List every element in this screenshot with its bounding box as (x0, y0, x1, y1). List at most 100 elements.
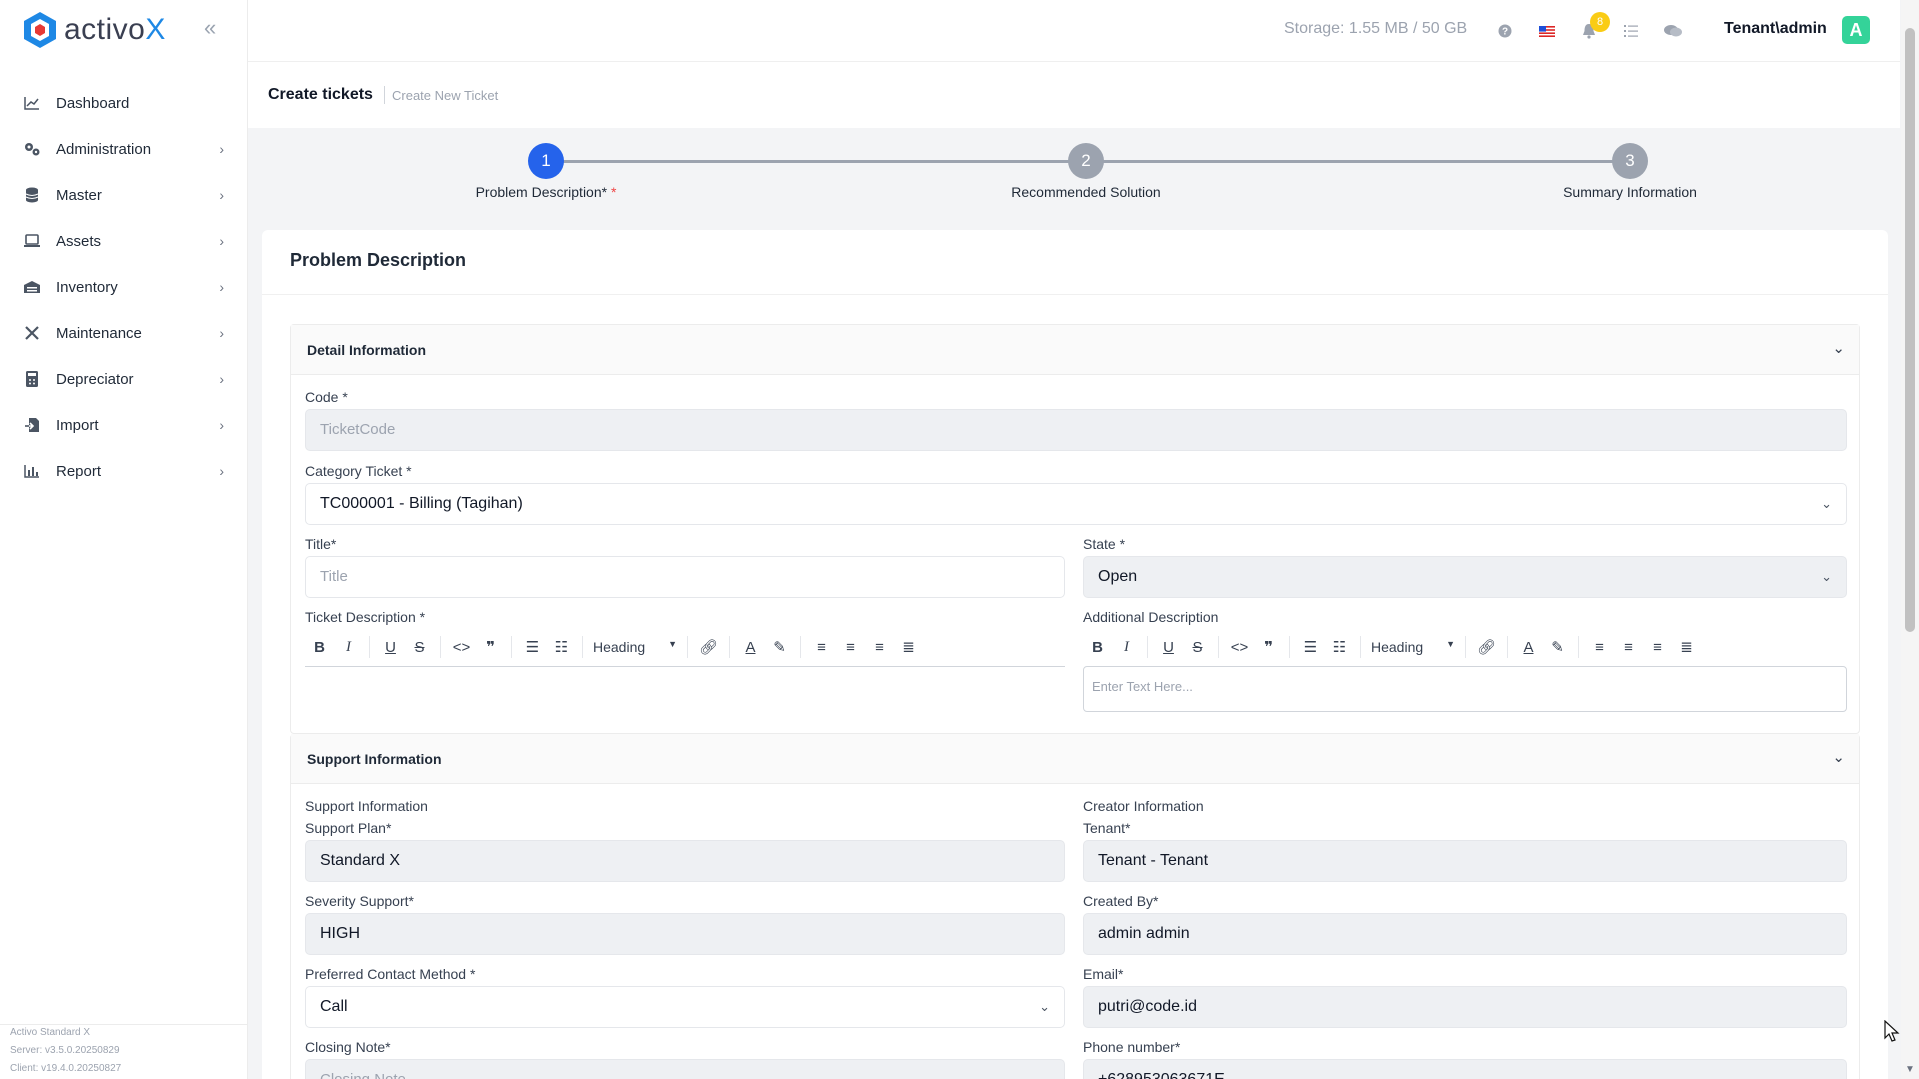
sidebar-item-master[interactable]: Master › (0, 172, 248, 218)
align-justify-icon[interactable]: ≣ (1672, 638, 1701, 656)
ordered-list-icon[interactable]: ☰ (518, 638, 547, 656)
detail-information-section: Detail Information ⌄ Code * TicketCode C… (290, 324, 1860, 734)
align-left-icon[interactable]: ≡ (807, 639, 836, 656)
toolbar-divider (687, 636, 688, 658)
toolbar-divider (511, 636, 512, 658)
laptop-icon (22, 231, 42, 251)
link-icon[interactable]: 🔗︎ (694, 638, 723, 656)
created-by-field[interactable]: admin admin (1083, 913, 1847, 955)
align-center-icon[interactable]: ≡ (836, 639, 865, 656)
chevron-right-icon: › (219, 463, 224, 479)
user-name[interactable]: Tenant\admin (1724, 20, 1827, 38)
chart-line-icon (22, 93, 42, 113)
page-subtitle: Create New Ticket (392, 88, 499, 103)
created-by-label: Created By* (1083, 893, 1159, 909)
sidebar-item-import[interactable]: Import › (0, 402, 248, 448)
support-plan-field[interactable]: Standard X (305, 840, 1065, 882)
strikethrough-icon[interactable]: S (1183, 639, 1212, 656)
ticket-description-editor[interactable] (305, 666, 1065, 667)
us-flag-icon[interactable] (1536, 20, 1558, 42)
additional-description-editor[interactable]: Enter Text Here... (1083, 666, 1847, 712)
category-select[interactable]: TC000001 - Billing (Tagihan) ⌄ (305, 483, 1847, 525)
gears-icon (22, 139, 42, 159)
avatar[interactable]: A (1842, 16, 1870, 44)
tasks-icon[interactable] (1620, 20, 1642, 42)
scroll-down-icon[interactable]: ▼ (1905, 1064, 1915, 1075)
bullet-list-icon[interactable]: ☷ (1325, 638, 1354, 656)
chevron-right-icon: › (219, 371, 224, 387)
double-chevron-left-icon[interactable]: « (204, 16, 222, 40)
contact-method-select[interactable]: Call ⌄ (305, 986, 1065, 1028)
ordered-list-icon[interactable]: ☰ (1296, 638, 1325, 656)
text-color-icon[interactable]: A (736, 639, 765, 656)
step-3-label[interactable]: Summary Information (1510, 184, 1750, 200)
align-justify-icon[interactable]: ≣ (894, 638, 923, 656)
phone-field[interactable]: +628953063671E (1083, 1059, 1847, 1079)
toolbar-divider (1289, 636, 1290, 658)
sidebar-item-assets[interactable]: Assets › (0, 218, 248, 264)
email-field[interactable]: putri@code.id (1083, 986, 1847, 1028)
sidebar-item-report[interactable]: Report › (0, 448, 248, 494)
bold-icon[interactable]: B (1083, 639, 1112, 656)
logo[interactable]: activoX (22, 10, 166, 50)
align-right-icon[interactable]: ≡ (1643, 639, 1672, 656)
step-2-label[interactable]: Recommended Solution (966, 184, 1206, 200)
code-icon[interactable]: <> (447, 639, 476, 656)
step-1-dot[interactable]: 1 (528, 143, 564, 179)
svg-text:?: ? (1502, 27, 1508, 38)
ticket-description-label: Ticket Description * (305, 609, 426, 625)
strikethrough-icon[interactable]: S (405, 639, 434, 656)
sidebar-item-depreciator[interactable]: Depreciator › (0, 356, 248, 402)
sidebar-item-maintenance[interactable]: Maintenance › (0, 310, 248, 356)
step-1-label[interactable]: Problem Description* * (426, 184, 666, 200)
version-info: Activo Standard X Server: v3.5.0.2025082… (10, 1024, 121, 1078)
bullet-list-icon[interactable]: ☷ (547, 638, 576, 656)
title-input[interactable]: Title (305, 556, 1065, 598)
code-icon[interactable]: <> (1225, 639, 1254, 656)
highlight-icon[interactable]: ✎ (765, 638, 794, 656)
state-select[interactable]: Open ⌄ (1083, 556, 1847, 598)
toolbar-divider (440, 636, 441, 658)
sidebar: activoX « Dashboard Administration › Mas… (0, 0, 248, 1079)
align-center-icon[interactable]: ≡ (1614, 639, 1643, 656)
chat-icon[interactable] (1662, 20, 1684, 42)
chevron-down-icon[interactable]: ⌄ (1832, 748, 1845, 766)
bold-icon[interactable]: B (305, 639, 334, 656)
sidebar-item-dashboard[interactable]: Dashboard (0, 80, 248, 126)
help-icon[interactable]: ? (1494, 20, 1516, 42)
align-right-icon[interactable]: ≡ (865, 639, 894, 656)
underline-icon[interactable]: U (376, 639, 405, 656)
quote-icon[interactable]: ❞ (476, 638, 505, 656)
closing-note-input[interactable]: Closing Note (305, 1059, 1065, 1079)
edition-text: Activo Standard X (10, 1027, 91, 1038)
underline-icon[interactable]: U (1154, 639, 1183, 656)
toolbar-divider (582, 636, 583, 658)
heading-select[interactable]: Heading ▼ (1367, 639, 1459, 655)
tenant-label: Tenant* (1083, 820, 1131, 836)
step-2-dot[interactable]: 2 (1068, 143, 1104, 179)
calculator-icon (22, 369, 42, 389)
chevron-right-icon: › (219, 417, 224, 433)
link-icon[interactable]: 🔗︎ (1472, 638, 1501, 656)
italic-icon[interactable]: I (334, 639, 363, 656)
tenant-field[interactable]: Tenant - Tenant (1083, 840, 1847, 882)
scrollbar-thumb[interactable] (1905, 28, 1915, 632)
sidebar-item-inventory[interactable]: Inventory › (0, 264, 248, 310)
sidebar-item-label: Maintenance (56, 324, 142, 342)
sidebar-item-administration[interactable]: Administration › (0, 126, 248, 172)
italic-icon[interactable]: I (1112, 639, 1141, 656)
text-color-icon[interactable]: A (1514, 639, 1543, 656)
scrollbar[interactable]: ▼ (1901, 0, 1919, 1079)
chevron-down-icon[interactable]: ⌄ (1832, 339, 1845, 357)
align-left-icon[interactable]: ≡ (1585, 639, 1614, 656)
heading-select[interactable]: Heading ▼ (589, 639, 681, 655)
quote-icon[interactable]: ❞ (1254, 638, 1283, 656)
section-header[interactable]: Detail Information ⌄ (291, 325, 1859, 375)
chevron-right-icon: › (219, 141, 224, 157)
client-version: Client: v19.4.0.20250827 (10, 1063, 122, 1074)
severity-field[interactable]: HIGH (305, 913, 1065, 955)
section-header[interactable]: Support Information ⌄ (291, 734, 1859, 784)
step-3-dot[interactable]: 3 (1612, 143, 1648, 179)
code-input[interactable]: TicketCode (305, 409, 1847, 451)
highlight-icon[interactable]: ✎ (1543, 638, 1572, 656)
